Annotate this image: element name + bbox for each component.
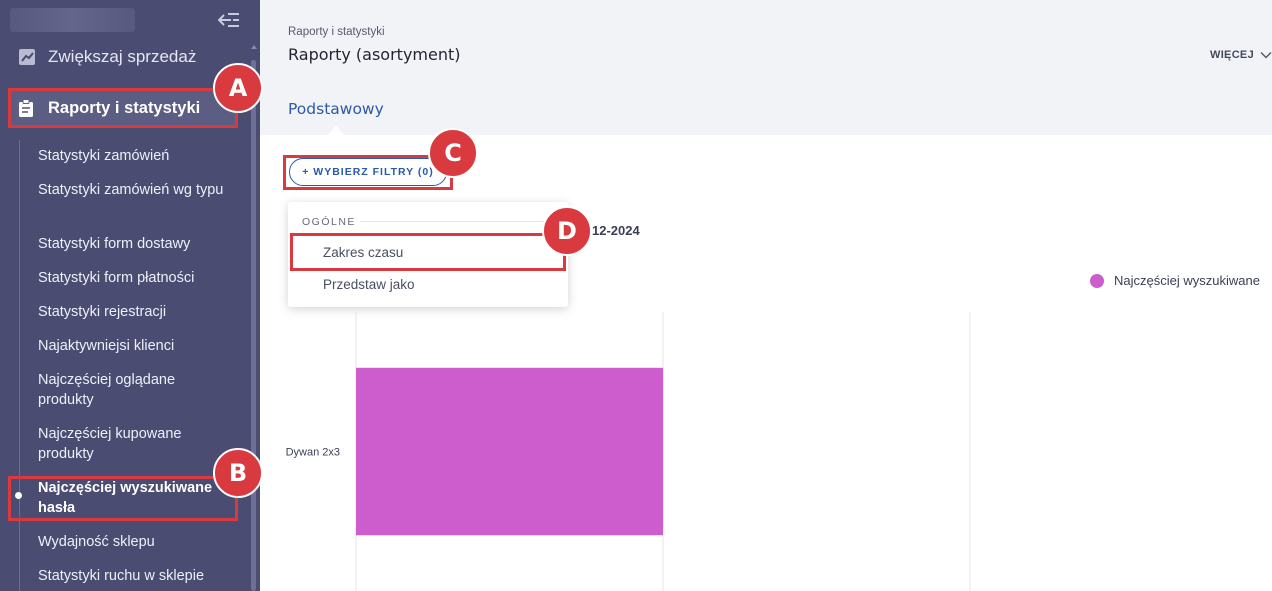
breadcrumb[interactable]: Raporty i statystyki <box>288 26 385 38</box>
category-label: Dywan 2x3 <box>286 447 340 459</box>
sidebar-subitem-delivery-stats[interactable]: Statystyki form dostawy <box>38 234 228 254</box>
highlight-box-c <box>283 155 453 190</box>
search-terms-chart: Dywan 2x3 <box>286 312 971 591</box>
date-range-text: 12-2024 <box>592 223 640 238</box>
sidebar-subitem-registration-stats[interactable]: Statystyki rejestracji <box>38 302 228 322</box>
chevron-down-icon <box>1260 51 1272 59</box>
annotation-badge-a: A <box>213 63 263 113</box>
tab-basic[interactable]: Podstawowy <box>288 100 384 118</box>
legend-label: Najczęściej wyszukiwane <box>1114 273 1260 288</box>
legend-swatch <box>1090 273 1104 288</box>
annotation-badge-b: B <box>213 448 263 498</box>
sidebar-subitem-most-bought[interactable]: Najczęściej kupowane produkty <box>38 424 228 464</box>
sidebar-subitem-order-stats[interactable]: Statystyki zamówień <box>38 146 228 166</box>
divider <box>360 221 556 222</box>
sidebar-scrollbar[interactable] <box>251 60 256 591</box>
page-title: Raporty (asortyment) <box>288 45 461 64</box>
collapse-sidebar-icon[interactable] <box>218 11 240 29</box>
page-header: Raporty i statystyki Raporty (asortyment… <box>260 0 1272 135</box>
highlight-box-b <box>8 476 238 521</box>
dropdown-section-header: OGÓLNE <box>302 216 356 228</box>
chart-legend[interactable]: Najczęściej wyszukiwane <box>1090 273 1260 288</box>
highlight-box-a <box>8 88 238 128</box>
chart-trend-icon <box>19 49 35 65</box>
store-logo <box>10 8 135 32</box>
sidebar-item-sell[interactable]: Zwiększaj sprzedaż <box>18 44 196 70</box>
scroll-up-icon[interactable] <box>251 45 257 49</box>
sidebar-header <box>0 0 260 38</box>
sidebar-subitem-payment-stats[interactable]: Statystyki form płatności <box>38 268 228 288</box>
highlight-box-d <box>290 233 566 271</box>
sidebar-subitem-shop-performance[interactable]: Wydajność sklepu <box>38 532 228 552</box>
chart-bar[interactable] <box>356 367 663 536</box>
annotation-badge-c: C <box>428 128 478 178</box>
tab-indicator <box>328 125 344 135</box>
more-button[interactable]: WIĘCEJ <box>1210 49 1272 61</box>
sidebar-item-label: Zwiększaj sprzedaż <box>48 47 197 66</box>
sidebar-subitem-most-viewed[interactable]: Najczęściej oglądane produkty <box>38 370 228 410</box>
sidebar-subitem-active-clients[interactable]: Najaktywniejsi klienci <box>38 336 228 356</box>
sidebar-subitem-order-type-stats[interactable]: Statystyki zamówień wg typu <box>38 180 228 200</box>
more-label: WIĘCEJ <box>1210 49 1254 61</box>
annotation-badge-d: D <box>542 206 592 256</box>
submenu-guide-line <box>19 140 20 591</box>
sidebar-subitem-traffic-stats[interactable]: Statystyki ruchu w sklepie <box>38 566 228 586</box>
